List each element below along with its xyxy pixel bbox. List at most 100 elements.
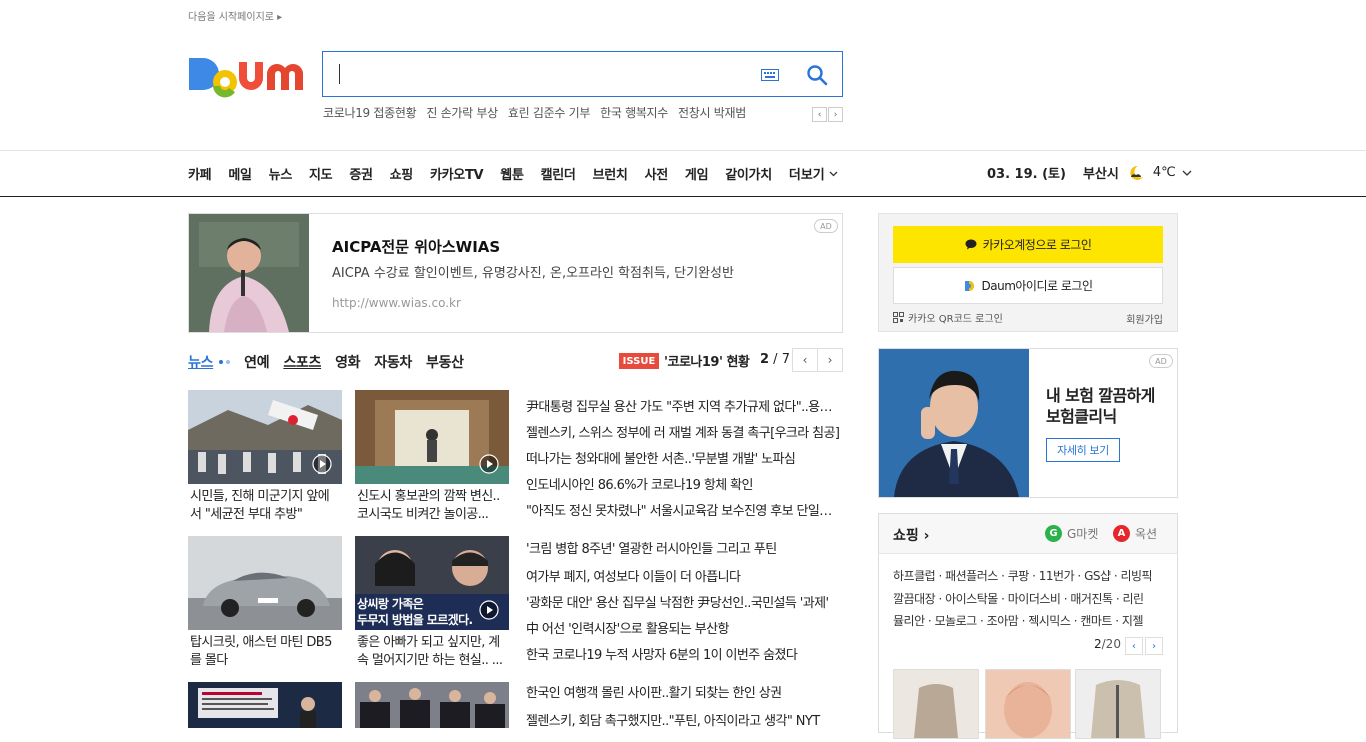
news-thumbnail[interactable]: 상씨랑 가족은 두무지 방법을 모르겠다. <box>355 536 509 630</box>
nav-map[interactable]: 지도 <box>309 164 333 183</box>
headline-link[interactable]: 젤렌스키, 회담 촉구했지만.."푸틴, 아직이라고 생각" NYT <box>526 710 843 729</box>
tab-car[interactable]: 자동차 <box>374 352 412 372</box>
auction-link[interactable]: A 옥션 <box>1113 525 1157 542</box>
nav-webtoon[interactable]: 웹툰 <box>500 164 524 183</box>
model-photo <box>879 349 1029 497</box>
news-thumbnail[interactable] <box>188 536 342 630</box>
play-icon[interactable] <box>312 454 332 474</box>
headline-link[interactable]: 한국인 여행객 몰린 사이판..활기 되찾는 한인 상권 <box>526 682 843 701</box>
nav-calendar[interactable]: 캘린더 <box>541 164 576 183</box>
signup-link[interactable]: 회원가입 <box>1126 311 1163 326</box>
trending-keyword[interactable]: 한국 행복지수 <box>600 104 668 122</box>
gmarket-label: G마켓 <box>1067 527 1099 541</box>
nav-dictionary[interactable]: 사전 <box>645 164 669 183</box>
headline-link[interactable]: 尹대통령 집무실 용산 가도 "주변 지역 추가규제 없다"..용산 개발 <box>526 396 843 415</box>
trending-keyword[interactable]: 효린 김준수 기부 <box>508 104 591 122</box>
ad-description[interactable]: AICPA 수강료 할인이벤트, 유명강사진, 온,오프라인 학점취득, 단기완… <box>332 262 734 281</box>
headline-link[interactable]: "아직도 정신 못차렸나" 서울시교육감 보수진영 후보 단일화 난항 <box>526 500 843 519</box>
shopping-next-button[interactable]: › <box>1145 637 1163 655</box>
news-thumbnail[interactable] <box>355 682 509 728</box>
nav-cafe[interactable]: 카페 <box>188 164 212 183</box>
caption-line: 코시국도 비켜간 놀이공... <box>357 507 489 522</box>
trending-keyword[interactable]: 전창시 박재범 <box>678 104 746 122</box>
news-thumbnail[interactable] <box>188 390 342 484</box>
set-start-page-link[interactable]: 다음을 시작페이지로 ▸ <box>188 8 282 23</box>
issue-title[interactable]: '코로나19' 현황 <box>664 351 750 370</box>
nav-news[interactable]: 뉴스 <box>269 164 293 183</box>
news-thumbnail[interactable] <box>188 682 342 728</box>
nav-kakaotv[interactable]: 카카오TV <box>430 164 484 183</box>
product-thumbnail[interactable] <box>893 669 979 739</box>
thumbnail-caption[interactable]: 탑시크릿, 애스턴 마틴 DB5 를 몰다 <box>188 634 342 670</box>
ad-url[interactable]: http://www.wias.co.kr <box>332 296 461 310</box>
search-input[interactable] <box>337 62 737 86</box>
nav-shopping[interactable]: 쇼핑 <box>390 164 414 183</box>
daum-login-button[interactable]: Daum아이디로 로그인 <box>893 267 1163 304</box>
kakao-login-label: 카카오계정으로 로그인 <box>982 238 1092 252</box>
product-thumbnail[interactable] <box>1075 669 1161 739</box>
shopping-title: 쇼핑 <box>893 528 919 544</box>
keyboard-icon[interactable] <box>761 69 779 81</box>
headline-link[interactable]: '광화문 대안' 용산 집무실 낙점한 尹당선인..국민설득 '과제' <box>526 592 843 611</box>
chevron-down-icon[interactable] <box>1182 170 1192 176</box>
news-thumbnail[interactable] <box>355 390 509 484</box>
trending-keyword[interactable]: 코로나19 접종현황 <box>323 104 417 122</box>
headline-link[interactable]: 떠나가는 청와대에 불안한 서촌..'무분별 개발' 노파심 <box>526 448 843 467</box>
nav-brunch[interactable]: 브런치 <box>593 164 628 183</box>
text-caret <box>339 64 340 84</box>
nav-mail[interactable]: 메일 <box>228 164 252 183</box>
nav-stock[interactable]: 증권 <box>349 164 373 183</box>
daum-logo[interactable] <box>187 48 305 100</box>
trending-next-button[interactable]: › <box>828 107 843 122</box>
thumbnail-caption[interactable]: 좋은 아빠가 되고 싶지만, 계 속 멀어지기만 하는 현실.. ... <box>355 634 509 670</box>
play-icon[interactable] <box>479 600 499 620</box>
divider <box>0 150 1366 151</box>
issue-prev-button[interactable]: ‹ <box>792 348 818 372</box>
play-icon[interactable] <box>479 454 499 474</box>
ad-image <box>879 349 1029 497</box>
kakao-login-button[interactable]: 카카오계정으로 로그인 <box>893 226 1163 263</box>
tab-realestate[interactable]: 부동산 <box>426 352 464 372</box>
search-box[interactable] <box>322 51 843 97</box>
thumbnail-caption[interactable]: 시민들, 진해 미군기지 앞에 서 "세균전 부대 추방" <box>188 488 342 524</box>
caption-line: 속 멀어지기만 하는 현실.. ... <box>357 653 503 668</box>
tab-movie[interactable]: 영화 <box>335 352 360 372</box>
headline-link[interactable]: 젤렌스키, 스위스 정부에 러 재벌 계좌 동결 촉구[우크라 침공] <box>526 422 843 441</box>
headline-link[interactable]: 中 어선 '인력시장'으로 활용되는 부산항 <box>526 618 843 637</box>
shopping-prev-button[interactable]: ‹ <box>1125 637 1143 655</box>
caption-line: 서 "세균전 부대 추방" <box>190 507 303 522</box>
city-name[interactable]: 부산시 <box>1083 163 1119 182</box>
trending-keyword[interactable]: 진 손가락 부상 <box>426 104 498 122</box>
tab-sports[interactable]: 스포츠 <box>283 352 321 372</box>
qr-login-link[interactable]: 카카오 QR코드 로그인 <box>893 310 1003 325</box>
nav-game[interactable]: 게임 <box>685 164 709 183</box>
headline-link[interactable]: 인도네시아인 86.6%가 코로나19 항체 확인 <box>526 474 843 493</box>
shopping-mall-links[interactable]: 깔끔대장 · 아이스탁몰 · 마이더스비 · 매거진톡 · 리린 <box>893 590 1165 607</box>
headline-link[interactable]: '크림 병합 8주년' 열광한 러시아인들 그리고 푸틴 <box>526 538 843 557</box>
product-thumbnail[interactable] <box>985 669 1071 739</box>
trending-prev-button[interactable]: ‹ <box>812 107 827 122</box>
shopping-mall-links[interactable]: 하프클럽 · 패션플러스 · 쿠팡 · 11번가 · GS샵 · 리빙픽 <box>893 567 1165 584</box>
thumbnail-caption[interactable]: 신도시 홍보관의 깜짝 변신.. 코시국도 비켜간 놀이공... <box>355 488 509 524</box>
trending-keywords: 코로나19 접종현황 진 손가락 부상 효린 김준수 기부 한국 행복지수 전창… <box>323 104 746 122</box>
caption-line: 를 몰다 <box>190 653 228 668</box>
gmarket-link[interactable]: G G마켓 <box>1045 525 1098 542</box>
top-banner-ad[interactable]: AICPA전문 위아스WIAS AICPA 수강료 할인이벤트, 유명강사진, … <box>188 213 843 333</box>
issue-next-button[interactable]: › <box>817 348 843 372</box>
ad-title[interactable]: 내 보험 깔끔하게 보험클리닉 <box>1046 385 1171 427</box>
tab-news[interactable]: 뉴스 <box>188 352 213 372</box>
tab-entertainment[interactable]: 연예 <box>244 352 269 372</box>
qr-login-label: 카카오 QR코드 로그인 <box>908 314 1003 325</box>
speech-bubble-icon <box>965 239 977 250</box>
shopping-title-link[interactable]: 쇼핑 › <box>893 525 929 545</box>
nav-together[interactable]: 같이가치 <box>725 164 772 183</box>
nav-more-button[interactable]: 더보기 <box>789 164 838 183</box>
headline-link[interactable]: 한국 코로나19 누적 사망자 6분의 1이 이번주 숨졌다 <box>526 644 843 663</box>
ad-title[interactable]: AICPA전문 위아스WIAS <box>332 236 500 257</box>
shopping-header: 쇼핑 › G G마켓 A 옥션 <box>879 514 1177 554</box>
ad-detail-button[interactable]: 자세히 보기 <box>1046 438 1120 462</box>
side-banner-ad[interactable]: 내 보험 깔끔하게 보험클리닉 자세히 보기 AD <box>878 348 1178 498</box>
search-icon[interactable] <box>806 64 828 86</box>
headline-link[interactable]: 여가부 폐지, 여성보다 이들이 더 아픕니다 <box>526 566 843 585</box>
shopping-mall-links[interactable]: 뮬리안 · 모놀로그 · 조아맘 · 젝시믹스 · 캔마트 · 지젤 <box>893 612 1165 629</box>
